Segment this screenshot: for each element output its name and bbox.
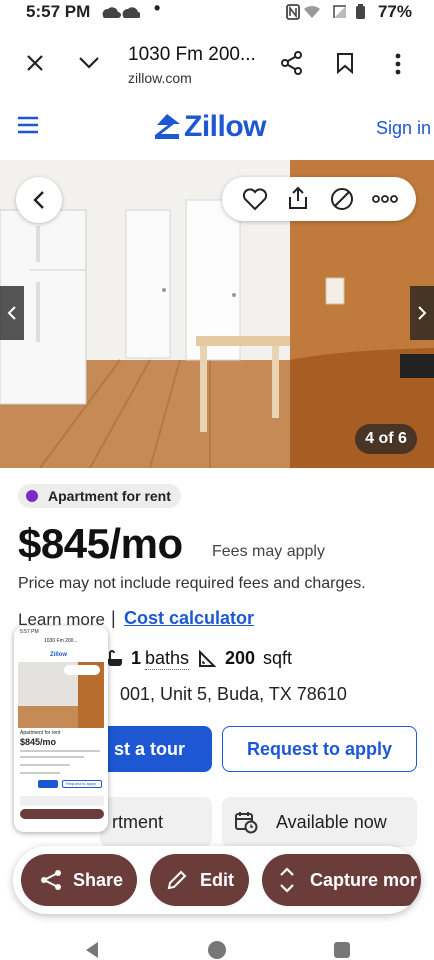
nav-back-icon[interactable] [84, 941, 100, 959]
system-nav-bar [0, 930, 434, 960]
status-badge: Apartment for rent [18, 484, 181, 508]
photo-prev-button[interactable] [0, 286, 24, 340]
link-separator: | [111, 608, 116, 628]
chevron-left-icon [33, 191, 44, 209]
baths-count: 1 [131, 648, 142, 668]
battery-level: 77% [377, 2, 412, 21]
request-tour-label: st a tour [114, 738, 186, 759]
thumb-text-line [20, 756, 84, 758]
share-icon[interactable] [281, 51, 303, 75]
system-icons [286, 4, 365, 20]
capture-more-button[interactable]: Capture mor [262, 854, 421, 906]
property-type-chip: rtment [100, 797, 212, 847]
zillow-logo[interactable]: Zillow [184, 110, 267, 144]
expand-icon [280, 867, 294, 893]
sqft-count: 200 [225, 648, 256, 668]
zillow-logo-icon [155, 114, 180, 139]
more-vert-icon[interactable] [394, 53, 402, 75]
nav-recents-icon[interactable] [333, 941, 351, 959]
screenshot-thumbnail[interactable]: 5:57 PM 1030 Fm 200... Zillow Apartment … [14, 626, 108, 832]
property-type-label: rtment [112, 811, 164, 832]
page-title: 1030 Fm 200... [128, 44, 256, 65]
request-to-apply-label: Request to apply [246, 738, 393, 759]
thumb-chips [20, 796, 104, 806]
chevron-right-icon [418, 306, 427, 320]
edit-button[interactable]: Edit [150, 854, 249, 906]
availability-chip: Available now [222, 797, 417, 847]
price-disclaimer: Price may not include required fees and … [18, 575, 366, 592]
thumb-time: 5:57 PM [20, 629, 39, 635]
thumb-text-line [20, 772, 60, 774]
sqft-label: sqft [263, 648, 293, 668]
thumb-price: $845/mo [20, 737, 57, 747]
chevron-down-icon[interactable] [78, 56, 100, 70]
status-dot-icon [26, 490, 38, 502]
photo-back-button[interactable] [16, 177, 62, 223]
site-header: Zillow Sign in [0, 96, 434, 160]
baths-label: baths [145, 648, 190, 670]
browser-toolbar: 1030 Fm 200... zillow.com [0, 24, 434, 97]
status-time: 5:57 PM [26, 2, 91, 21]
thumb-text-line [20, 764, 70, 766]
fees-note: Fees may apply [212, 543, 325, 560]
thumb-badge: Apartment for rent [20, 730, 61, 736]
thumb-title: 1030 Fm 200... [44, 638, 78, 644]
heart-icon[interactable] [242, 187, 268, 211]
more-horiz-icon[interactable] [372, 195, 398, 203]
photo-next-button[interactable] [410, 286, 434, 340]
thumb-photo [18, 662, 104, 728]
hide-icon[interactable] [330, 187, 354, 211]
listing-address: 001, Unit 5, Buda, TX 78610 [120, 684, 347, 704]
edit-label: Edit [200, 869, 234, 890]
availability-label: Available now [276, 811, 387, 832]
sign-in-link[interactable]: Sign in [376, 118, 431, 139]
chevron-left-icon [7, 306, 16, 320]
nav-home-icon[interactable] [207, 940, 227, 960]
page-url: zillow.com [128, 70, 192, 86]
listing-price: $845/mo [18, 520, 183, 567]
thumb-text-line [20, 750, 100, 752]
thumb-apply-button: Request to apply [62, 780, 102, 788]
status-bar: 5:57 PM • 77% [0, 0, 434, 24]
share-button[interactable]: Share [21, 854, 137, 906]
bookmark-icon[interactable] [336, 52, 354, 74]
bath-icon [108, 650, 122, 666]
upload-share-icon[interactable] [286, 185, 310, 211]
close-icon[interactable] [26, 54, 44, 72]
photo-action-bar [222, 177, 416, 221]
status-badge-label: Apartment for rent [48, 488, 171, 504]
cost-calculator-link[interactable]: Cost calculator [124, 608, 254, 629]
thumb-apply-label: Request to apply [66, 781, 97, 786]
sqft-icon [199, 650, 216, 667]
cloud-icons [102, 7, 140, 18]
status-dot: • [154, 0, 161, 18]
request-to-apply-button[interactable]: Request to apply [222, 726, 417, 772]
screenshot-actions-bar: Share Edit Capture mor [13, 846, 421, 914]
share-icon [41, 870, 61, 890]
thumb-tour-button [38, 780, 58, 788]
pencil-icon [167, 870, 187, 890]
photo-counter: 4 of 6 [355, 424, 417, 454]
thumb-logo: Zillow [50, 652, 67, 658]
menu-icon[interactable] [17, 116, 39, 134]
request-tour-button[interactable]: st a tour [100, 726, 212, 772]
capture-more-label: Capture mor [310, 869, 418, 890]
calendar-clock-icon [235, 812, 258, 834]
share-label: Share [73, 869, 124, 890]
thumb-sharebar [20, 809, 104, 819]
